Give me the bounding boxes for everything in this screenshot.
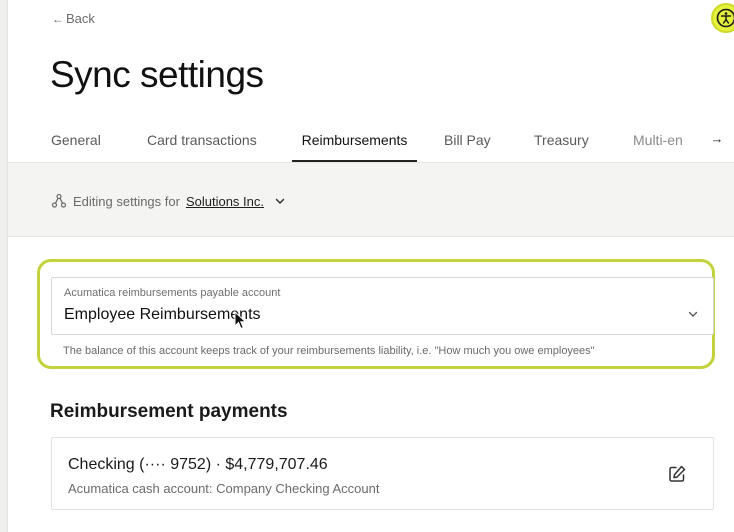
tab-bill-pay[interactable]: Bill Pay — [444, 118, 534, 162]
payable-account-select[interactable]: Acumatica reimbursements payable account… — [51, 277, 714, 335]
payable-account-label: Acumatica reimbursements payable account — [64, 287, 281, 299]
entity-selector-bar: Editing settings for Solutions Inc. — [8, 162, 734, 237]
accessibility-button[interactable] — [711, 3, 734, 33]
tab-card-transactions[interactable]: Card transactions — [147, 118, 292, 162]
payable-account-helper-text: The balance of this account keeps track … — [63, 345, 595, 357]
chevron-down-icon[interactable] — [274, 195, 286, 207]
left-sidebar-edge — [0, 0, 8, 532]
payment-account-card: Checking (···· 9752) · $4,779,707.46 Acu… — [51, 437, 714, 510]
accessibility-icon — [716, 8, 734, 28]
back-arrow-icon: ← — [52, 11, 64, 26]
tab-reimbursements[interactable]: Reimbursements — [292, 118, 417, 162]
chevron-down-icon — [688, 311, 698, 317]
settings-tabs: General Card transactions Reimbursements… — [50, 118, 734, 162]
payable-account-value: Employee Reimbursements — [64, 306, 261, 323]
tab-treasury[interactable]: Treasury — [534, 118, 633, 162]
entity-name-link[interactable]: Solutions Inc. — [186, 194, 264, 209]
back-link[interactable]: ← Back — [52, 11, 95, 26]
tab-multi-entity[interactable]: Multi-en — [633, 118, 713, 162]
mouse-cursor-icon — [234, 311, 247, 330]
page-title: Sync settings — [50, 54, 264, 95]
tabs-scroll-right-icon[interactable]: → — [707, 128, 727, 148]
edit-icon[interactable] — [667, 464, 687, 484]
org-structure-icon — [51, 193, 67, 208]
entity-prefix-text: Editing settings for — [73, 193, 180, 209]
reimbursement-payments-heading: Reimbursement payments — [50, 401, 288, 422]
back-label: Back — [66, 11, 95, 26]
entity-selector: Editing settings for Solutions Inc. — [51, 193, 286, 209]
payment-account-subtitle: Acumatica cash account: Company Checking… — [68, 481, 380, 496]
tab-general[interactable]: General — [51, 118, 147, 162]
payment-account-title: Checking (···· 9752) · $4,779,707.46 — [68, 456, 328, 473]
